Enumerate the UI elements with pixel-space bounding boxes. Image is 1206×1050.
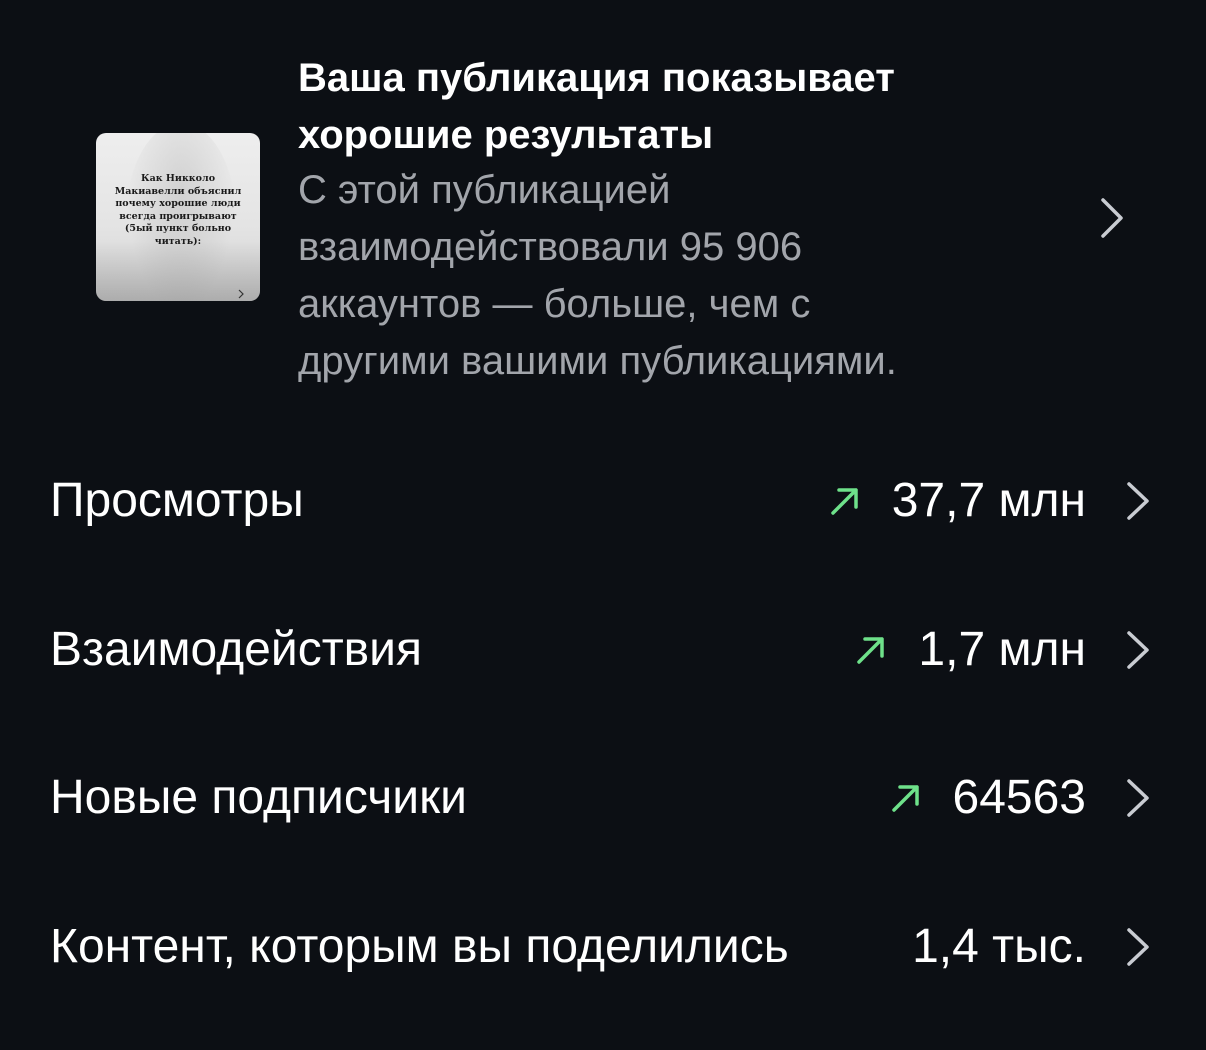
metric-label: Контент, которым вы поделились (50, 920, 789, 973)
metric-row-shared-content[interactable]: Контент, которым вы поделились 1,4 тыс. (0, 892, 1206, 1002)
metric-value: 1,4 тыс. (912, 920, 1086, 973)
thumbnail-chevron-icon (238, 289, 244, 299)
chevron-right-icon[interactable] (1096, 196, 1128, 240)
top-post-highlight-card[interactable]: Как Никколо Макиавелли объяснил почему х… (0, 0, 1206, 420)
arrow-up-right-icon (857, 637, 885, 664)
metric-value-group: 37,7 млн (828, 446, 1086, 556)
chevron-right-icon[interactable] (1124, 926, 1152, 968)
chevron-right-icon[interactable] (1124, 480, 1152, 522)
highlight-title: Ваша публикация показывает хорошие резул… (298, 56, 895, 157)
metric-value-group: 64563 (889, 743, 1086, 853)
arrow-up-right-icon (891, 785, 919, 812)
metric-row-new-followers[interactable]: Новые подписчики 64563 (0, 743, 1206, 853)
metric-value-group: 1,7 млн (854, 595, 1086, 705)
metric-row-views[interactable]: Просмотры 37,7 млн (0, 446, 1206, 556)
thumbnail-caption: Как Никколо Макиавелли объяснил почему х… (114, 173, 242, 247)
metric-label: Взаимодействия (50, 623, 422, 676)
post-thumbnail[interactable]: Как Никколо Макиавелли объяснил почему х… (96, 133, 260, 301)
highlight-description: С этой публикацией взаимодействовали 95 … (298, 168, 897, 383)
chevron-right-icon[interactable] (1124, 629, 1152, 671)
metric-value: 37,7 млн (891, 474, 1086, 527)
arrow-up-right-icon (830, 488, 858, 515)
metric-value: 64563 (952, 771, 1086, 824)
metric-value-group: 1,4 тыс. (912, 892, 1086, 1002)
metric-label: Просмотры (50, 474, 304, 527)
chevron-right-icon[interactable] (1124, 777, 1152, 819)
metric-value: 1,7 млн (918, 623, 1086, 676)
metric-row-interactions[interactable]: Взаимодействия 1,7 млн (0, 595, 1206, 705)
metric-label: Новые подписчики (50, 771, 467, 824)
